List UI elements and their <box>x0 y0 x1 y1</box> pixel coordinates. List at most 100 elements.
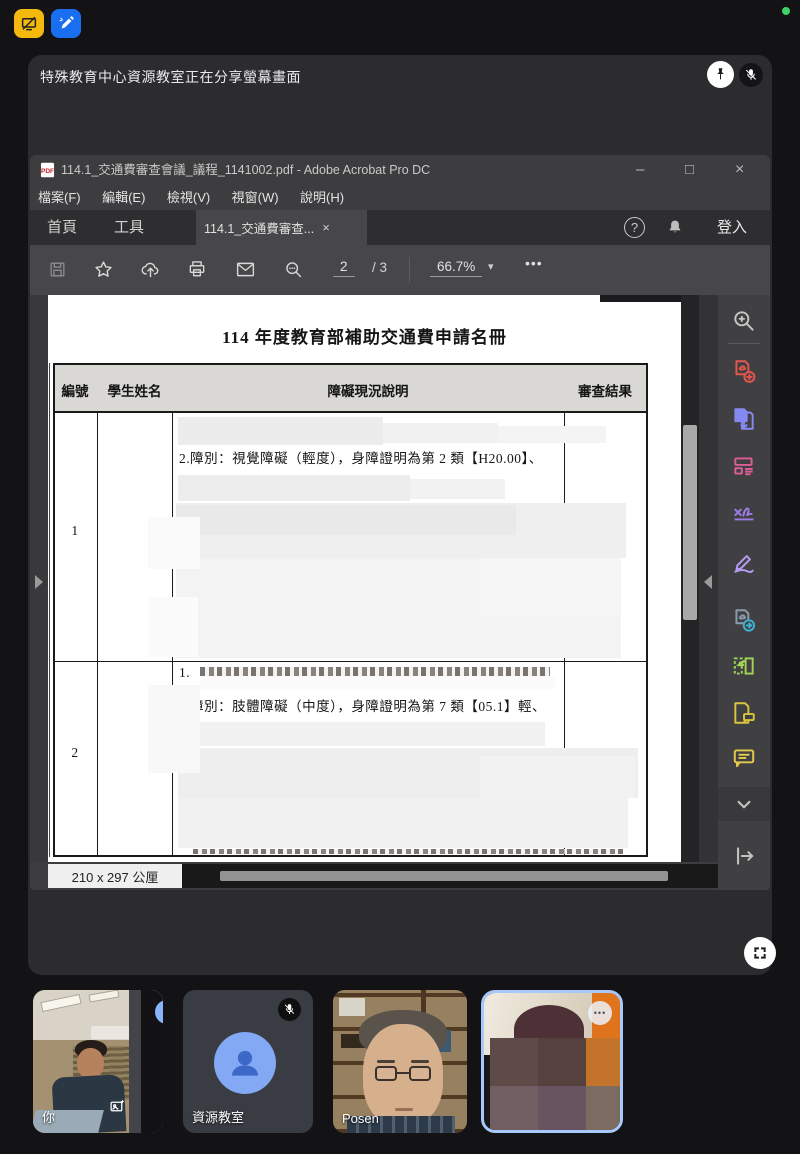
redacted-text-smudge <box>193 849 623 854</box>
star-icon[interactable] <box>84 250 122 288</box>
col-header-no: 編號 <box>53 380 97 400</box>
left-panel-rail <box>30 295 48 862</box>
find-icon[interactable] <box>274 250 312 288</box>
mic-off-badge <box>278 998 301 1021</box>
expand-left-panel-icon[interactable] <box>35 575 43 589</box>
sign-pen-icon[interactable] <box>731 549 757 575</box>
redacted-block <box>480 558 621 616</box>
help-icon[interactable]: ? <box>624 217 645 238</box>
menu-file[interactable]: 檔案(F) <box>38 185 81 210</box>
col-header-desc: 障礙現況說明 <box>172 380 564 400</box>
participant-tile-resource-room[interactable]: 資源教室 <box>183 990 313 1133</box>
screen-share-banner: 特殊教育中心資源教室正在分享螢幕畫面 <box>40 67 301 87</box>
horizontal-scrollbar-thumb[interactable] <box>220 871 668 881</box>
recording-indicator-dot <box>782 7 790 15</box>
email-icon[interactable] <box>226 250 264 288</box>
create-pdf-icon[interactable] <box>731 358 757 384</box>
row1-number: 1 <box>53 523 97 539</box>
menu-bar: 檔案(F) 編輯(E) 檢視(V) 視窗(W) 說明(H) <box>30 185 770 210</box>
pen-icon <box>58 15 75 32</box>
table-border <box>53 661 648 662</box>
save-icon[interactable] <box>38 250 76 288</box>
row1-text: 2.障別：視覺障礙（輕度），身障證明為第 2 類【H20.00】、 <box>179 447 543 467</box>
redacted-block <box>178 798 628 848</box>
row2-line1-prefix: 1. <box>179 665 190 681</box>
cloud-upload-icon[interactable] <box>131 250 169 288</box>
redacted-block <box>148 517 200 569</box>
toolbar: 2 / 3 66.7% ▾ ••• 共用 <box>30 245 770 295</box>
menu-view[interactable]: 檢視(V) <box>167 185 210 210</box>
more-tools-icon[interactable]: ••• <box>525 255 543 271</box>
collapse-right-panel-icon[interactable] <box>704 575 712 589</box>
title-bar: PDF 114.1_交通費審查會議_議程_1141002.pdf - Adobe… <box>30 155 770 185</box>
tile-options-button[interactable]: ••• <box>588 1001 612 1025</box>
comment-file-icon[interactable] <box>731 700 757 726</box>
toolbar-divider <box>409 257 410 283</box>
horizontal-scrollbar[interactable] <box>182 864 718 888</box>
vertical-scrollbar-thumb[interactable] <box>683 425 697 620</box>
edit-pdf-icon[interactable] <box>731 453 757 479</box>
redacted-block <box>148 685 200 773</box>
bell-icon[interactable] <box>666 218 684 236</box>
print-icon[interactable] <box>178 250 216 288</box>
annotate-button[interactable] <box>51 9 81 38</box>
chevron-down-icon[interactable] <box>731 791 757 817</box>
menu-edit[interactable]: 編輯(E) <box>102 185 145 210</box>
page-gap-strip <box>600 295 681 302</box>
sign-in-link[interactable]: 登入 <box>717 210 747 245</box>
page-size-chip: 210 x 297 公厘 <box>48 864 182 888</box>
pdf-page: 114 年度教育部補助交通費申請名冊 編號 學生姓名 <box>48 295 681 862</box>
tab-bar: 首頁 工具 114.1_交通費審查... × ? 登入 <box>30 210 770 245</box>
window-title: 114.1_交通費審查會議_議程_1141002.pdf - Adobe Acr… <box>61 155 430 185</box>
redacted-block <box>176 505 516 535</box>
three-dots-icon: ••• <box>594 1009 606 1018</box>
open-pane-icon[interactable] <box>731 843 757 869</box>
send-file-icon[interactable] <box>731 607 757 633</box>
redacted-block <box>200 676 556 689</box>
tab-close-icon[interactable]: × <box>322 220 330 235</box>
redacted-block <box>383 423 498 443</box>
row2-number: 2 <box>53 745 97 761</box>
tools-rail <box>718 295 770 890</box>
redacted-text-smudge <box>200 667 550 676</box>
pin-button[interactable] <box>707 61 734 88</box>
page-total-label: / 3 <box>372 260 387 275</box>
presentation-off-icon <box>20 15 38 33</box>
tab-tools[interactable]: 工具 <box>114 210 144 245</box>
menu-window[interactable]: 視窗(W) <box>232 185 279 210</box>
zoom-caret-icon[interactable]: ▾ <box>488 260 494 273</box>
search-tools-icon[interactable] <box>731 308 757 334</box>
menu-help[interactable]: 說明(H) <box>300 185 344 210</box>
page-number-input[interactable]: 2 <box>333 259 355 277</box>
col-header-result: 審查結果 <box>564 380 646 400</box>
participant-tile-you[interactable]: 你 <box>33 990 163 1133</box>
pin-icon <box>713 67 728 82</box>
tab-home[interactable]: 首頁 <box>47 210 77 245</box>
meet-screen: 特殊教育中心資源教室正在分享螢幕畫面 PDF 114.1_交通費審查會議_議程_… <box>0 0 800 1154</box>
tab-document[interactable]: 114.1_交通費審查... × <box>196 210 367 245</box>
fill-sign-icon[interactable] <box>731 501 757 527</box>
fullscreen-button[interactable] <box>744 937 776 969</box>
picture-in-picture-icon[interactable] <box>109 1098 126 1115</box>
redacted-block <box>410 479 505 499</box>
status-bar: 210 x 297 公厘 <box>30 862 718 890</box>
participant-tile-posen[interactable]: Posen <box>333 990 467 1133</box>
participant-name: 資源教室 <box>192 1107 244 1126</box>
vertical-scrollbar[interactable] <box>681 295 699 862</box>
rail-divider <box>728 343 760 344</box>
maximize-icon[interactable]: □ <box>685 155 694 185</box>
comment-icon[interactable] <box>731 745 757 771</box>
present-control-button[interactable] <box>14 9 44 38</box>
zoom-level-input[interactable]: 66.7% <box>430 259 482 277</box>
redacted-block <box>498 426 606 443</box>
participant-name: Posen <box>342 1111 379 1126</box>
pdf-doc-title: 114 年度教育部補助交通費申請名冊 <box>48 323 681 348</box>
export-pdf-icon[interactable] <box>731 406 757 432</box>
participant-tile-active[interactable]: ••• <box>481 990 623 1133</box>
minimize-icon[interactable]: – <box>636 155 644 185</box>
mic-off-button[interactable] <box>739 63 763 87</box>
close-window-icon[interactable]: × <box>735 155 744 185</box>
mic-off-icon <box>744 68 758 82</box>
organize-pages-icon[interactable] <box>731 653 757 679</box>
svg-text:PDF: PDF <box>41 168 54 175</box>
